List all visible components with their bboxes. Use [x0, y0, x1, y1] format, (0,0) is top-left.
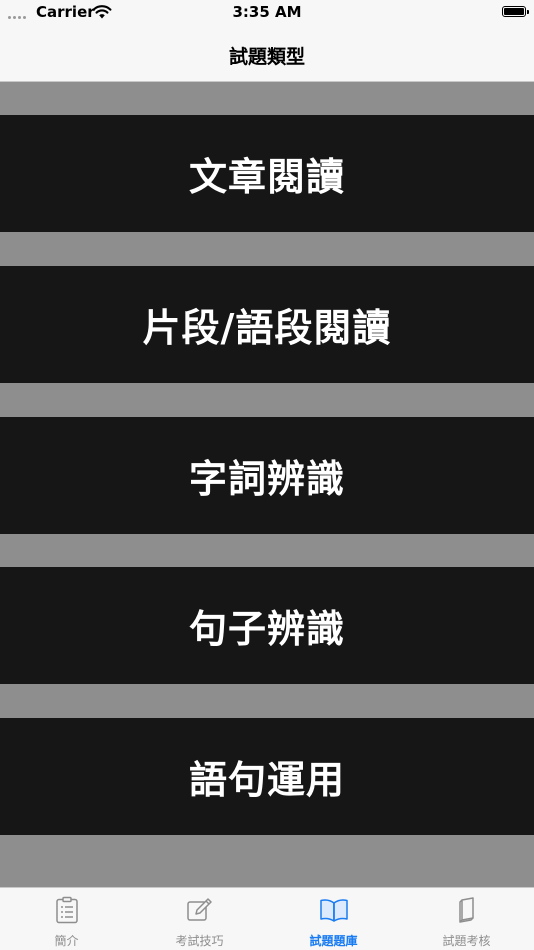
- category-label: 字詞辨識: [188, 457, 345, 501]
- tab-label: 試題考核: [442, 934, 491, 948]
- category-article-reading[interactable]: 文章閱讀: [0, 115, 534, 232]
- category-label: 片段/語段閱讀: [142, 306, 392, 350]
- navigation-bar: 試題類型: [0, 28, 534, 82]
- tab-bar: 簡介 考試技巧 試題題庫 試題考核: [0, 887, 534, 950]
- tab-label: 試題題庫: [309, 934, 358, 948]
- clipboard-list-icon: [55, 896, 78, 924]
- category-label: 文章閱讀: [188, 155, 345, 199]
- category-label: 句子辨識: [188, 607, 345, 651]
- tab-label: 考試技巧: [175, 934, 224, 948]
- page-title: 試題類型: [228, 46, 305, 68]
- open-book-icon: [319, 899, 348, 922]
- tab-exam-assessment[interactable]: 試題考核: [400, 888, 533, 950]
- category-word-recognition[interactable]: 字詞辨識: [0, 417, 534, 534]
- category-sentence-recognition[interactable]: 句子辨識: [0, 567, 534, 684]
- status-bar: Carrier 3:35 AM: [0, 0, 534, 28]
- pencil-note-icon: [186, 898, 212, 921]
- tab-exam-tips[interactable]: 考試技巧: [133, 888, 266, 950]
- book-icon: [458, 897, 474, 923]
- status-time: 3:35 AM: [232, 3, 302, 21]
- tab-introduction[interactable]: 簡介: [0, 888, 133, 950]
- category-passage-reading[interactable]: 片段/語段閱讀: [0, 266, 534, 383]
- category-label: 語句運用: [188, 758, 345, 802]
- tab-question-bank[interactable]: 試題題庫: [267, 888, 400, 950]
- battery-icon: [502, 6, 529, 17]
- category-sentence-usage[interactable]: 語句運用: [0, 718, 534, 835]
- tab-label: 簡介: [54, 934, 79, 948]
